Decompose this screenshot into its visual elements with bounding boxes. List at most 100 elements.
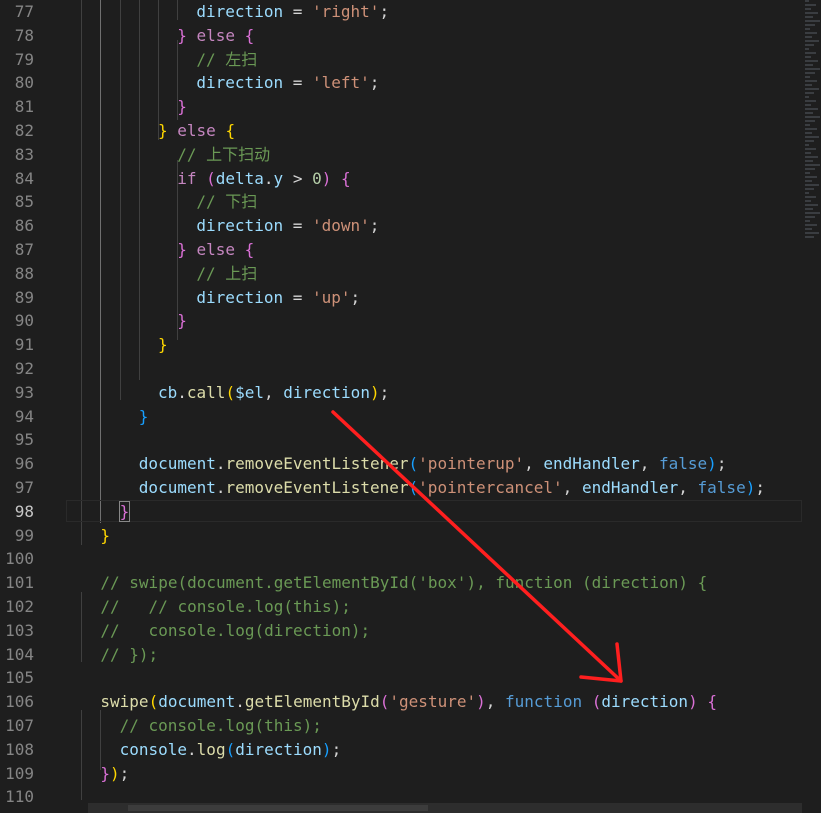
code-token: , xyxy=(678,478,698,497)
code-line[interactable]: 82} else { xyxy=(0,119,821,143)
code-line[interactable]: 77 direction = 'right'; xyxy=(0,0,821,24)
code-line[interactable]: 96 document.removeEventListener('pointeru… xyxy=(0,452,821,476)
code-line[interactable]: 95 xyxy=(0,428,821,452)
code-token: direction xyxy=(601,692,689,712)
code-line[interactable]: 79 // 左扫 xyxy=(0,48,821,72)
minimap-line xyxy=(805,100,816,102)
code-line[interactable]: 83 // 上下扫动 xyxy=(0,143,821,167)
code-token: ) xyxy=(321,739,332,759)
code-token: { xyxy=(707,692,717,712)
code-token: ) xyxy=(476,692,486,712)
code-line[interactable]: 101 // swipe(document.getElementById('box… xyxy=(0,571,821,595)
code-editor[interactable]: 77 direction = 'right'; 78} else {79// 左扫 8… xyxy=(0,0,821,813)
code-token: 'down' xyxy=(312,216,370,236)
code-token: { xyxy=(244,240,255,259)
minimap-line xyxy=(805,8,811,10)
code-line[interactable]: 97 document.removeEventListener('pointerc… xyxy=(0,476,821,500)
minimap-line xyxy=(805,80,817,82)
code-token: removeEventListener xyxy=(225,454,409,474)
line-number: 94 xyxy=(14,406,34,426)
code-line[interactable]: 78} else { xyxy=(0,24,821,48)
code-text: } xyxy=(177,309,187,333)
code-text: // 上下扫动 xyxy=(177,143,270,167)
minimap-line xyxy=(805,92,814,94)
minimap-line xyxy=(805,108,818,110)
minimap-line xyxy=(805,204,818,206)
code-token: // console.log(this); xyxy=(119,716,322,735)
code-line[interactable]: 109}); xyxy=(0,762,821,786)
code-line[interactable]: 108 console.log(direction); xyxy=(0,738,821,762)
code-token: removeEventListener xyxy=(225,478,409,497)
code-token: document xyxy=(138,478,216,497)
code-line[interactable]: 81} xyxy=(0,95,821,119)
code-line[interactable]: 80 direction = 'left'; xyxy=(0,71,821,95)
code-token: . xyxy=(215,478,226,497)
code-token: { xyxy=(244,25,255,45)
code-line[interactable]: 94} xyxy=(0,405,821,429)
code-line[interactable]: 87} else { xyxy=(0,238,821,262)
code-token: ( xyxy=(379,692,390,712)
code-token: ) xyxy=(688,692,698,712)
code-token: 'up' xyxy=(312,287,351,307)
minimap-line xyxy=(805,32,817,34)
code-text: document.removeEventListener('pointerup'… xyxy=(139,452,727,476)
code-line[interactable]: 98} xyxy=(0,500,821,524)
minimap-line xyxy=(805,68,820,70)
code-token: . xyxy=(263,168,274,188)
code-token: } xyxy=(177,25,187,45)
code-token: , xyxy=(485,692,506,712)
code-line[interactable]: 107 // console.log(this); xyxy=(0,714,821,738)
code-token: . xyxy=(187,739,197,759)
minimap-line xyxy=(805,60,818,62)
minimap-line xyxy=(805,212,820,214)
code-line[interactable]: 85 // 下扫 xyxy=(0,190,821,214)
minimap-line xyxy=(805,24,815,26)
code-line[interactable]: 92 xyxy=(0,357,821,381)
line-number: 89 xyxy=(14,287,34,307)
code-line[interactable]: 103 // console.log(direction); xyxy=(0,619,821,643)
code-token: ; xyxy=(369,73,380,93)
minimap-line xyxy=(805,124,810,126)
code-line[interactable]: 105 xyxy=(0,666,821,690)
minimap-line xyxy=(805,168,815,170)
minimap-line xyxy=(805,216,815,218)
code-token: if xyxy=(177,168,197,188)
minimap-line xyxy=(805,228,812,230)
line-number: 80 xyxy=(14,73,34,93)
code-line[interactable]: 84 if (delta.y > 0) { xyxy=(0,167,821,191)
code-token: else xyxy=(177,121,216,140)
code-token: { xyxy=(341,168,351,188)
minimap-line xyxy=(805,88,819,90)
code-token: } xyxy=(100,525,111,545)
code-token: // }); xyxy=(100,644,159,664)
code-token: false xyxy=(697,478,746,497)
code-token: { xyxy=(225,121,236,140)
ghost-text xyxy=(128,805,428,811)
minimap[interactable] xyxy=(803,0,821,813)
code-line[interactable]: 100 xyxy=(0,547,821,571)
code-line[interactable]: 104 // }); xyxy=(0,643,821,667)
code-token: } xyxy=(100,763,111,783)
minimap-line xyxy=(805,64,813,66)
code-line[interactable]: 88 // 上扫 xyxy=(0,262,821,286)
code-line[interactable]: 102 // // console.log(this); xyxy=(0,595,821,619)
code-token: ; xyxy=(119,763,130,783)
code-token: ( xyxy=(148,692,159,712)
code-line[interactable]: 99} xyxy=(0,524,821,548)
code-token: function xyxy=(505,692,583,712)
minimap-line xyxy=(805,220,810,222)
code-line[interactable]: 90} xyxy=(0,309,821,333)
code-line[interactable]: 91} xyxy=(0,333,821,357)
code-line[interactable]: 106 swipe(document.getElementById('gestur… xyxy=(0,690,821,714)
minimap-line xyxy=(805,76,810,78)
code-line[interactable]: 93 cb.call($el, direction); xyxy=(0,381,821,405)
code-token: ( xyxy=(408,454,419,474)
code-text: } xyxy=(100,524,110,548)
code-line[interactable]: 86 direction = 'down'; xyxy=(0,214,821,238)
minimap-line xyxy=(805,164,820,166)
minimap-line xyxy=(805,36,812,38)
minimap-line xyxy=(805,192,809,194)
code-line[interactable]: 89 direction = 'up'; xyxy=(0,286,821,310)
